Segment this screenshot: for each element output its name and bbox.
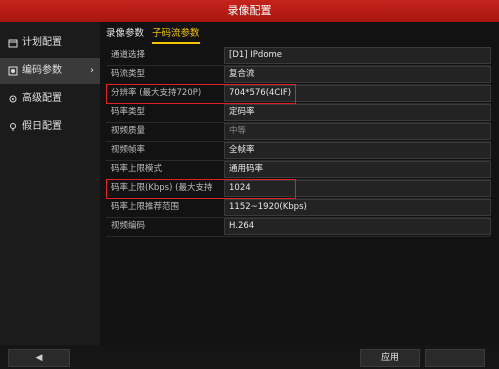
stream-type-select[interactable]: 复合流 [224,66,491,83]
video-quality-select[interactable]: 中等 [224,123,491,140]
window-title: 录像配置 [227,4,272,17]
window-title-bar: 录像配置 [0,0,499,22]
settings-icon [9,95,17,103]
row-label: 码率上限推荐范围 [111,202,180,212]
chevron-right-icon: › [90,65,94,76]
channel-select[interactable]: [D1] IPdome [224,47,491,64]
row-video-quality: 视频质量 中等 [106,122,491,142]
bottom-bar: ◀ 应用 [0,345,499,369]
row-bitrate-limit-mode: 码率上限模式 通用码率 [106,160,491,180]
bitrate-type-select[interactable]: 定码率 [224,104,491,121]
tab-substream-params[interactable]: 子码流参数 [152,26,200,44]
row-label: 码率上限模式 [111,164,163,174]
row-label: 视频编码 [111,221,146,231]
row-label: 视频质量 [111,126,146,136]
calendar-icon [8,39,18,48]
back-button[interactable]: ◀ [8,349,70,367]
encode-icon [8,66,18,76]
tab-record-params[interactable]: 录像参数 [106,26,144,42]
video-encoding-select[interactable]: H.264 [224,218,491,235]
row-channel: 通道选择 [D1] IPdome [106,46,491,66]
holiday-icon [10,123,16,131]
sidebar-item-label: 高级配置 [22,93,62,104]
main-panel: 录像参数 子码流参数 通道选择 [D1] IPdome 码流类型 复合流 分辨率… [100,22,499,345]
ok-button[interactable] [425,349,485,367]
row-label: 码流类型 [111,69,146,79]
bitrate-limit-mode-select[interactable]: 通用码率 [224,161,491,178]
sidebar-item-label: 假日配置 [22,121,62,132]
sidebar: 计划配置 编码参数 › 高级配置 假日配置 [0,22,101,345]
highlight-box-bitrate-limit [106,179,296,199]
sidebar-item-holiday[interactable]: 假日配置 [0,114,100,140]
frame-rate-select[interactable]: 全帧率 [224,142,491,159]
back-icon: ◀ [35,353,43,363]
sidebar-item-label: 计划配置 [22,37,62,48]
tab-bar: 录像参数 子码流参数 [100,22,499,44]
row-frame-rate: 视频帧率 全帧率 [106,141,491,161]
highlight-box-resolution [106,84,296,104]
sidebar-item-schedule[interactable]: 计划配置 [0,30,100,56]
row-label: 视频帧率 [111,145,146,155]
row-bitrate-recommended: 码率上限推荐范围 1152~1920(Kbps) [106,198,491,218]
row-bitrate-type: 码率类型 定码率 [106,103,491,123]
row-video-encoding: 视频编码 H.264 [106,217,491,237]
row-label: 通道选择 [111,50,146,60]
apply-button[interactable]: 应用 [360,349,420,367]
sidebar-item-advanced[interactable]: 高级配置 [0,86,100,112]
sidebar-item-encoding[interactable]: 编码参数 › [0,58,100,84]
row-stream-type: 码流类型 复合流 [106,65,491,85]
bitrate-recommended-value: 1152~1920(Kbps) [224,199,491,216]
sidebar-item-label: 编码参数 [22,65,62,76]
row-label: 码率类型 [111,107,146,117]
